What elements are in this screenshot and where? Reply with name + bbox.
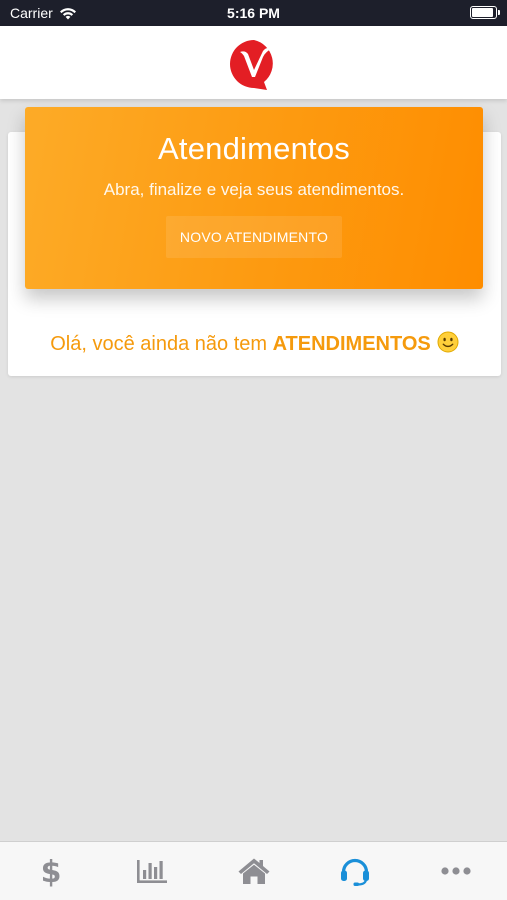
banner-subtitle: Abra, finalize e veja seus atendimentos. — [103, 180, 405, 199]
headset-icon — [340, 858, 369, 886]
tab-reports[interactable] — [101, 842, 202, 900]
empty-state-emphasis: ATENDIMENTOS — [272, 333, 431, 355]
tab-home[interactable] — [203, 842, 304, 900]
tab-finance[interactable]: $ — [0, 842, 101, 900]
tab-bar: $ — [0, 841, 507, 900]
empty-state-message: Olá, você ainda não tem ATENDIMENTOS — [8, 331, 501, 356]
battery-icon — [470, 6, 500, 19]
new-attendance-button[interactable]: NOVO ATENDIMENTO — [166, 216, 342, 258]
app-screen: Carrier 5:16 PM Atendimentos Abra, final… — [0, 0, 507, 900]
svg-text:$: $ — [40, 855, 61, 887]
status-time: 5:16 PM — [227, 5, 280, 21]
more-dots-icon — [441, 867, 471, 875]
status-bar: Carrier 5:16 PM — [0, 0, 507, 26]
attendance-banner: Atendimentos Abra, finalize e veja seus … — [25, 107, 483, 289]
smiley-face-icon — [437, 331, 459, 353]
brand-logo-icon — [229, 39, 273, 90]
bar-chart-icon — [137, 860, 168, 883]
home-icon — [238, 858, 270, 884]
empty-state-prefix: Olá, você ainda não tem — [50, 333, 273, 355]
banner-title: Atendimentos — [158, 131, 350, 166]
app-header — [0, 26, 507, 99]
tab-support[interactable] — [304, 842, 405, 900]
dollar-icon: $ — [40, 855, 61, 887]
tab-more[interactable] — [406, 842, 507, 900]
